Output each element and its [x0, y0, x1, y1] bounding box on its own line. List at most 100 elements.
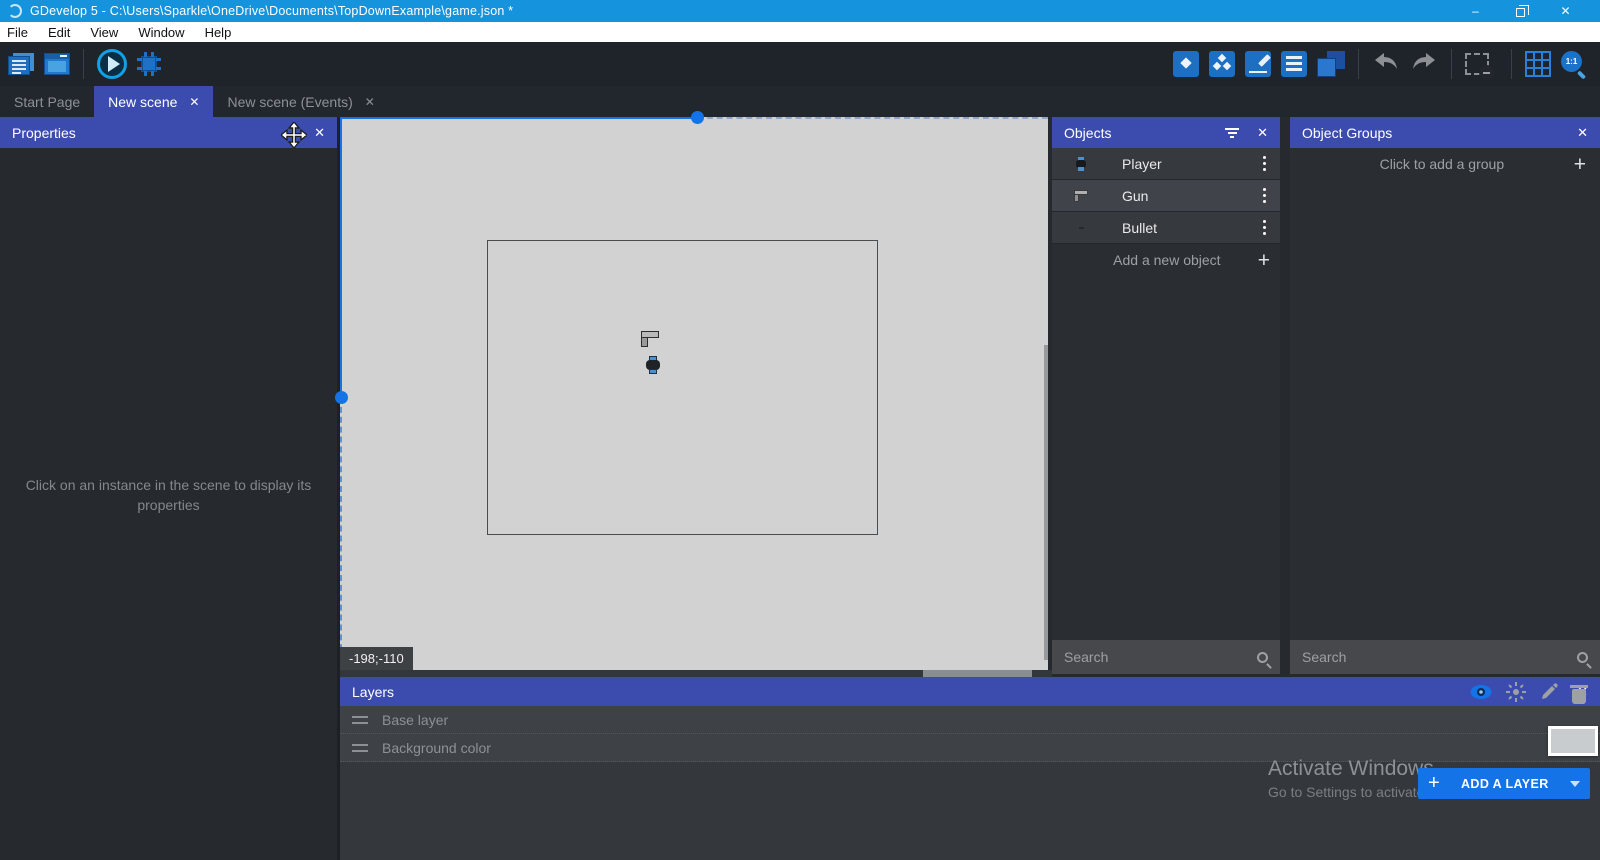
tab-start-page[interactable]: Start Page: [0, 86, 94, 117]
search-icon: [1257, 652, 1268, 663]
objects-search: [1052, 640, 1280, 674]
scene-canvas[interactable]: -198;-110: [340, 117, 1048, 670]
plus-icon[interactable]: +: [1258, 250, 1270, 271]
restore-button[interactable]: [1498, 0, 1543, 22]
menu-help[interactable]: Help: [195, 22, 242, 42]
menu-view[interactable]: View: [80, 22, 128, 42]
properties-panel: Properties ✕ Click on an instance in the…: [0, 117, 340, 860]
grid-icon[interactable]: [1525, 51, 1551, 77]
menu-bar: File Edit View Window Help: [0, 22, 1600, 42]
layers-title: Layers: [352, 684, 394, 700]
canvas-vertical-scrollbar[interactable]: [1044, 345, 1048, 660]
drag-handle-icon[interactable]: [352, 744, 368, 752]
toolbar-separator: [83, 49, 84, 79]
add-object-label: Add a new object: [1076, 252, 1258, 268]
player-instance[interactable]: [646, 356, 660, 374]
groups-search-input[interactable]: [1302, 649, 1569, 665]
scrollbar-thumb[interactable]: [923, 670, 1032, 677]
object-menu-icon[interactable]: [1263, 220, 1266, 235]
close-icon[interactable]: ✕: [314, 125, 325, 141]
project-manager-icon[interactable]: [8, 53, 34, 75]
menu-edit[interactable]: Edit: [38, 22, 80, 42]
layers-icon[interactable]: [1317, 51, 1345, 77]
scene-window-top-edge-dashed: [697, 117, 1048, 119]
instances-list-icon[interactable]: [1281, 51, 1307, 77]
toolbar-separator: [1451, 49, 1452, 79]
bullet-thumbnail-icon: [1070, 227, 1092, 229]
close-button[interactable]: ✕: [1543, 0, 1588, 22]
menu-window[interactable]: Window: [128, 22, 194, 42]
window-title: GDevelop 5 - C:\Users\Sparkle\OneDrive\D…: [30, 4, 513, 18]
visibility-eye-icon[interactable]: [1470, 684, 1492, 705]
deselect-icon[interactable]: [1465, 53, 1489, 75]
scene-window-left-edge: [340, 117, 342, 397]
filter-icon[interactable]: [1225, 128, 1239, 138]
layer-row-base[interactable]: Base layer: [340, 706, 1600, 734]
object-row-bullet[interactable]: Bullet: [1052, 212, 1280, 244]
add-group-row[interactable]: Click to add a group +: [1290, 148, 1600, 180]
add-group-label: Click to add a group: [1310, 156, 1574, 172]
close-icon[interactable]: ✕: [1257, 125, 1268, 141]
debug-icon[interactable]: [137, 52, 161, 76]
editor-tabs: Start Page New scene ✕ New scene (Events…: [0, 86, 1600, 117]
restore-icon: [1516, 8, 1525, 17]
minimize-button[interactable]: –: [1453, 0, 1498, 22]
object-row-player[interactable]: Player: [1052, 148, 1280, 180]
scene-properties-icon[interactable]: [1245, 51, 1271, 77]
trash-icon[interactable]: [1572, 689, 1586, 704]
gun-thumbnail-icon: [1070, 190, 1092, 202]
chevron-down-icon[interactable]: [1570, 781, 1580, 787]
close-icon[interactable]: ✕: [1577, 125, 1588, 141]
object-menu-icon[interactable]: [1263, 188, 1266, 203]
scene-window-top-edge: [340, 117, 697, 119]
tab-close-icon[interactable]: ✕: [189, 95, 199, 109]
object-row-gun[interactable]: Gun: [1052, 180, 1280, 212]
canvas-horizontal-scrollbar[interactable]: [340, 670, 1052, 677]
tab-label: New scene: [108, 94, 177, 110]
play-icon[interactable]: [97, 49, 127, 79]
objects-editor-icon[interactable]: [1173, 51, 1199, 77]
objects-search-input[interactable]: [1064, 649, 1249, 665]
background-color-swatch[interactable]: [1548, 726, 1598, 756]
layer-name: Background color: [382, 740, 491, 756]
menu-file[interactable]: File: [0, 22, 38, 42]
object-name: Gun: [1122, 188, 1263, 204]
start-page-icon[interactable]: [44, 53, 70, 75]
resize-handle-left[interactable]: [335, 391, 348, 404]
gun-instance[interactable]: [641, 331, 659, 347]
undo-icon[interactable]: [1372, 50, 1400, 79]
properties-title: Properties: [12, 125, 76, 141]
plus-icon: +: [1428, 772, 1440, 795]
add-a-layer-button[interactable]: + ADD A LAYER: [1418, 768, 1590, 799]
object-name: Bullet: [1122, 220, 1263, 236]
gdevelop-window: GDevelop 5 - C:\Users\Sparkle\OneDrive\D…: [0, 0, 1600, 860]
objects-header[interactable]: Objects ✕: [1052, 117, 1280, 148]
scene-window-rect: [487, 240, 878, 535]
tab-new-scene[interactable]: New scene ✕: [94, 86, 213, 117]
toolbar-separator: [1511, 49, 1512, 79]
effects-icon[interactable]: [1506, 682, 1526, 707]
object-groups-icon[interactable]: [1209, 51, 1235, 77]
tab-close-icon[interactable]: ✕: [365, 95, 375, 109]
tab-new-scene-events[interactable]: New scene (Events) ✕: [213, 86, 388, 117]
zoom-original-icon[interactable]: 1:1: [1561, 51, 1587, 77]
layers-header[interactable]: Layers ✕: [340, 677, 1600, 706]
title-bar: GDevelop 5 - C:\Users\Sparkle\OneDrive\D…: [0, 0, 1600, 22]
add-a-layer-label: ADD A LAYER: [1448, 777, 1562, 791]
redo-icon[interactable]: [1410, 50, 1438, 79]
edit-pencil-icon[interactable]: [1540, 683, 1558, 706]
groups-search: [1290, 640, 1600, 674]
resize-handle-top[interactable]: [691, 111, 704, 124]
toolbar-separator: [1358, 49, 1359, 79]
app-logo-icon: [8, 4, 22, 18]
object-groups-header[interactable]: Object Groups ✕: [1290, 117, 1600, 148]
object-menu-icon[interactable]: [1263, 156, 1266, 171]
plus-icon[interactable]: +: [1574, 154, 1586, 175]
layer-name: Base layer: [382, 712, 448, 728]
drag-handle-icon[interactable]: [352, 716, 368, 724]
add-object-row[interactable]: Add a new object +: [1052, 244, 1280, 276]
objects-title: Objects: [1064, 125, 1111, 141]
activate-windows-text: Activate Windows: [1268, 757, 1434, 781]
cursor-coordinates: -198;-110: [340, 647, 413, 670]
object-groups-title: Object Groups: [1302, 125, 1392, 141]
